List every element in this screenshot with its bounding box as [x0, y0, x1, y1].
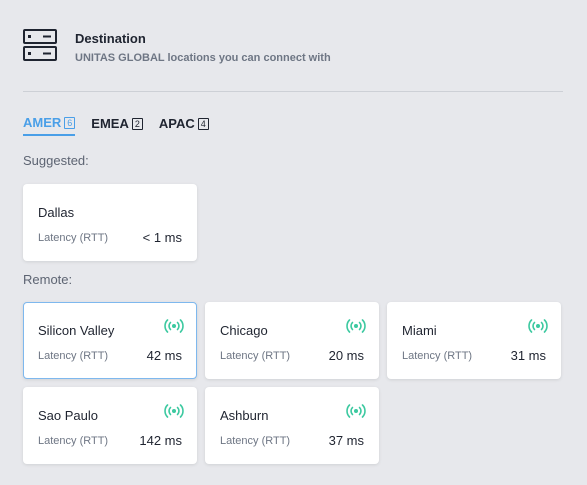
- location-city: Silicon Valley: [38, 323, 115, 338]
- latency-value: 142 ms: [139, 433, 182, 448]
- latency-label: Latency (RTT): [402, 350, 473, 362]
- tab-emea-label: EMEA: [91, 116, 129, 131]
- latency-value: 20 ms: [328, 348, 364, 363]
- location-card-ashburn[interactable]: Ashburn Latency (RTT) 37 ms: [205, 387, 379, 464]
- signal-icon: [528, 319, 548, 333]
- signal-icon: [346, 404, 366, 418]
- tab-amer-label: AMER: [23, 115, 62, 130]
- latency-value: 37 ms: [328, 433, 364, 448]
- tab-apac-count: 4: [197, 117, 209, 130]
- latency-value: < 1 ms: [142, 230, 182, 245]
- location-card-dallas[interactable]: Dallas Latency (RTT) < 1 ms: [23, 184, 197, 261]
- location-city: Dallas: [38, 205, 75, 220]
- latency-label: Latency (RTT): [220, 350, 291, 362]
- location-city: Miami: [402, 323, 437, 338]
- location-card-miami[interactable]: Miami Latency (RTT) 31 ms: [387, 302, 561, 379]
- tab-emea-count: 2: [131, 117, 143, 130]
- region-tabs: AMER 6 EMEA 2 APAC 4: [23, 115, 225, 136]
- location-city: Chicago: [220, 323, 268, 338]
- page-subtitle: UNITAS GLOBAL locations you can connect …: [75, 52, 331, 64]
- tab-apac[interactable]: APAC 4: [159, 115, 209, 136]
- latency-label: Latency (RTT): [38, 435, 109, 447]
- location-card-chicago[interactable]: Chicago Latency (RTT) 20 ms: [205, 302, 379, 379]
- tab-amer[interactable]: AMER 6: [23, 115, 76, 136]
- latency-value: 42 ms: [146, 348, 182, 363]
- header-divider: [23, 91, 563, 92]
- destination-header: Destination UNITAS GLOBAL locations you …: [23, 28, 331, 64]
- latency-label: Latency (RTT): [220, 435, 291, 447]
- location-card-sao-paulo[interactable]: Sao Paulo Latency (RTT) 142 ms: [23, 387, 197, 464]
- server-icon: [23, 29, 57, 61]
- tab-amer-count: 6: [64, 116, 76, 129]
- latency-value: 31 ms: [510, 348, 546, 363]
- location-card-silicon-valley[interactable]: Silicon Valley Latency (RTT) 42 ms: [23, 302, 197, 379]
- location-city: Ashburn: [220, 408, 269, 423]
- page-title: Destination: [75, 31, 146, 46]
- header-text: Destination UNITAS GLOBAL locations you …: [75, 28, 331, 64]
- latency-label: Latency (RTT): [38, 350, 109, 362]
- signal-icon: [346, 319, 366, 333]
- tab-apac-label: APAC: [158, 116, 195, 131]
- latency-label: Latency (RTT): [38, 232, 109, 244]
- tab-emea[interactable]: EMEA 2: [91, 115, 143, 136]
- signal-icon: [164, 319, 184, 333]
- suggested-label: Suggested:: [23, 153, 89, 168]
- signal-icon: [164, 404, 184, 418]
- location-city: Sao Paulo: [38, 408, 98, 423]
- remote-label: Remote:: [23, 272, 73, 287]
